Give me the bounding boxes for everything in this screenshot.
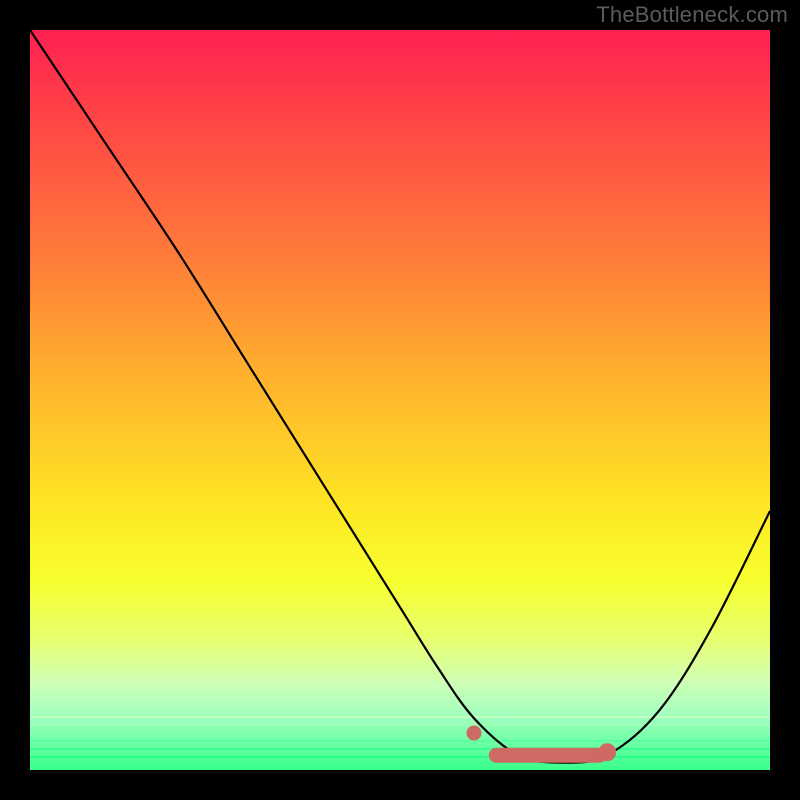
optimal-dot (467, 726, 482, 741)
optimal-range-bar-end-knob (598, 743, 616, 761)
curve-path (30, 30, 770, 763)
optimal-markers (467, 726, 617, 763)
bottleneck-curve (30, 30, 770, 763)
plot-area (30, 30, 770, 770)
chart-frame: TheBottleneck.com (0, 0, 800, 800)
watermark-text: TheBottleneck.com (596, 2, 788, 28)
chart-svg (30, 30, 770, 770)
optimal-range-bar (489, 748, 607, 763)
